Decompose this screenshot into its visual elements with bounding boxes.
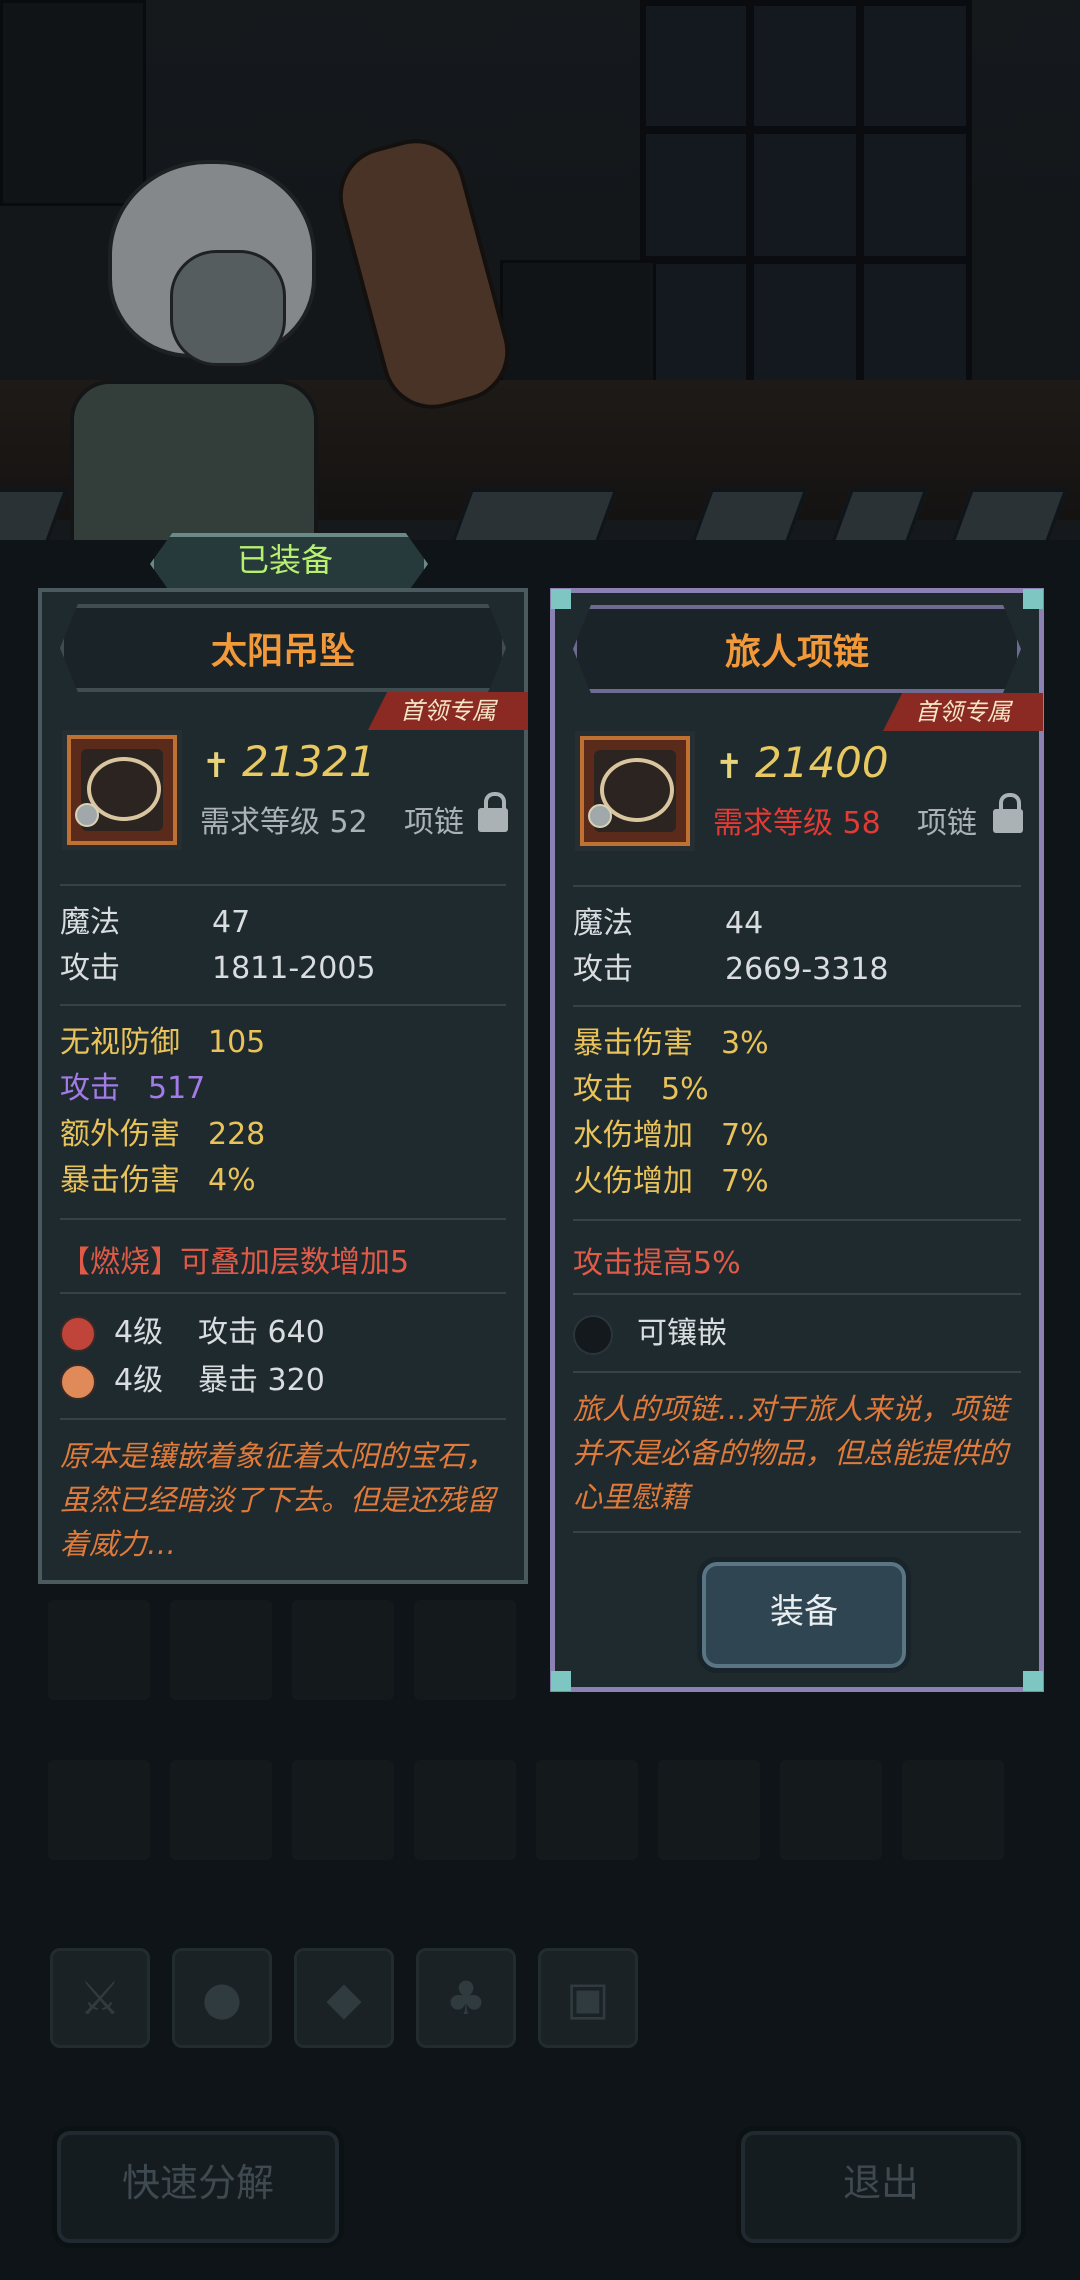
special-effect: 攻击提高5%	[573, 1246, 741, 1281]
necklace-item-icon	[62, 730, 182, 850]
strength-arm-icon: ✝	[202, 746, 231, 786]
bonus-stat-row: 额外伤害 228	[60, 1117, 266, 1152]
item-power: 21321	[242, 737, 376, 786]
scene-beam	[449, 488, 619, 540]
bonus-stat-row: 暴击伤害 3%	[573, 1026, 769, 1061]
item-name: 太阳吊坠	[210, 631, 355, 672]
paw-filter-icon[interactable]: ●	[172, 1948, 272, 2048]
equipped-tab-label: 已装备	[236, 541, 333, 579]
base-stat-row: 魔法 47	[60, 905, 251, 940]
bonus-stat-row: 无视防御 105	[60, 1025, 266, 1060]
required-level: 需求等级 58	[713, 806, 881, 841]
boss-exclusive-ribbon: 首领专属	[368, 692, 528, 730]
scene-shade	[0, 0, 1080, 540]
empty-socket-row: 可镶嵌	[573, 1311, 727, 1357]
gem-filter-icon[interactable]: ◆	[294, 1948, 394, 2048]
item-slot: 项链	[404, 805, 464, 840]
divider	[573, 1371, 1021, 1373]
bonus-stat-row: 火伤增加 7%	[573, 1164, 769, 1199]
divider	[60, 1292, 506, 1294]
equipped-tab: 已装备	[120, 525, 450, 595]
divider	[573, 1531, 1021, 1533]
background-scene	[0, 0, 1080, 540]
weapon-filter-icon[interactable]: ⚔	[50, 1948, 150, 2048]
divider	[573, 1219, 1021, 1221]
base-stat-row: 攻击 2669-3318	[573, 952, 889, 987]
divider	[573, 1293, 1021, 1295]
divider	[60, 1418, 506, 1420]
equip-button[interactable]: 装备	[697, 1557, 911, 1673]
card-corner-ornament	[551, 1671, 571, 1691]
item-description: 旅人的项链…对于旅人来说，项链并不是必备的物品，但总能提供的心里慰藉	[573, 1392, 1009, 1514]
divider	[573, 1005, 1021, 1007]
gem-row: 4级 攻击 640	[60, 1310, 325, 1356]
lock-icon[interactable]	[993, 793, 1023, 833]
necklace-item-icon	[575, 731, 695, 851]
bonus-stat-row: 攻击 5%	[573, 1072, 709, 1107]
quick-decompose-button[interactable]: 快速分解	[52, 2126, 344, 2248]
chest-filter-icon[interactable]: ▣	[538, 1948, 638, 2048]
required-level: 需求等级 52	[200, 805, 368, 840]
base-stat-row: 攻击 1811-2005	[60, 951, 376, 986]
lock-icon[interactable]	[478, 792, 508, 832]
scene-beam	[949, 488, 1069, 540]
item-name: 旅人项链	[724, 632, 869, 673]
compared-item-card: 旅人项链 首领专属 ✝ 21400 需求等级 58 项链 魔法 44 攻击 2669…	[550, 588, 1044, 1692]
divider	[60, 1218, 506, 1220]
red-gem-icon	[60, 1315, 96, 1352]
scene-beam	[689, 488, 809, 540]
empty-socket-icon	[573, 1314, 613, 1355]
bonus-stat-row: 暴击伤害 4%	[60, 1163, 256, 1198]
item-slot: 项链	[917, 806, 977, 841]
leaf-filter-icon[interactable]: ♣	[416, 1948, 516, 2048]
orange-gem-icon	[60, 1363, 96, 1400]
card-corner-ornament	[1023, 1671, 1043, 1691]
boss-exclusive-ribbon: 首领专属	[883, 693, 1043, 731]
base-stat-row: 魔法 44	[573, 906, 764, 941]
bonus-stat-row: 攻击 517	[60, 1071, 206, 1106]
divider	[60, 1004, 506, 1006]
strength-arm-icon: ✝	[715, 747, 744, 787]
bonus-stat-row: 水伤增加 7%	[573, 1118, 769, 1153]
item-power: 21400	[755, 738, 889, 787]
special-effect: 【燃烧】可叠加层数增加5	[60, 1245, 410, 1280]
gem-row: 4级 暴击 320	[60, 1358, 325, 1404]
divider	[573, 885, 1021, 887]
divider	[60, 884, 506, 886]
item-description: 原本是镶嵌着象征着太阳的宝石，虽然已经暗淡了下去。但是还残留着威力…	[60, 1439, 496, 1561]
equipped-item-card: 太阳吊坠 首领专属 ✝ 21321 需求等级 52 项链 魔法 47 攻击 1811…	[38, 588, 528, 1584]
exit-button[interactable]: 退出	[736, 2126, 1026, 2248]
